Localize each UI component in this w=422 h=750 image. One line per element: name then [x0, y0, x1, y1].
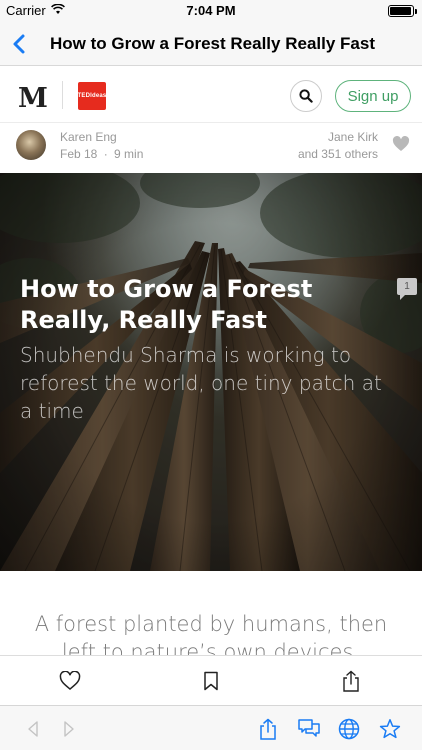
author-name[interactable]: Karen Eng: [60, 130, 117, 144]
read-time: 9 min: [114, 147, 144, 161]
recommend-button[interactable]: [58, 669, 82, 693]
comment-badge[interactable]: 1: [397, 278, 417, 300]
medium-header: M TEDIdeas Sign up: [0, 67, 422, 123]
meta-separator: ·: [103, 147, 108, 161]
article-subtitle: Shubhendu Sharma is working to reforest …: [20, 343, 382, 423]
sign-up-button[interactable]: Sign up: [335, 80, 411, 112]
recommend-heart-icon[interactable]: [392, 136, 410, 152]
share-icon: [260, 718, 276, 740]
search-button[interactable]: [290, 80, 322, 112]
recommended-by[interactable]: Jane Kirk: [328, 130, 378, 144]
hero-image: How to Grow a Forest Really, Really Fast…: [0, 173, 422, 571]
bookmark-icon: [204, 671, 218, 691]
article-toolbar: [0, 655, 422, 705]
status-time: 7:04 PM: [186, 3, 236, 18]
browser-forward-button[interactable]: [56, 716, 82, 742]
globe-icon: [338, 718, 360, 740]
recommended-others[interactable]: and 351 others: [298, 147, 378, 161]
browser-share-button[interactable]: [255, 716, 281, 742]
back-arrow-icon: [28, 721, 38, 737]
chat-icon: [298, 719, 320, 737]
medium-logo[interactable]: M: [18, 83, 48, 114]
chevron-left-icon[interactable]: [10, 32, 30, 56]
browser-globe-button[interactable]: [336, 716, 362, 742]
battery-icon: [388, 5, 417, 17]
post-date: Feb 18: [60, 147, 98, 161]
nav-title: How to Grow a Forest Really Really Fast: [50, 34, 375, 53]
forward-arrow-icon: [64, 721, 74, 737]
share-article-button[interactable]: [339, 669, 363, 693]
navigation-bar: How to Grow a Forest Really Really Fast: [0, 22, 422, 66]
browser-favorite-button[interactable]: [377, 716, 403, 742]
author-row: Karen Eng Feb 18 · 9 min Jane Kirk and 3…: [0, 123, 422, 173]
browser-toolbar: [0, 705, 422, 750]
post-meta: Feb 18 · 9 min: [60, 147, 143, 161]
share-icon: [343, 670, 359, 692]
star-icon: [379, 719, 401, 739]
header-divider: [62, 81, 63, 109]
publication-logo-text: TEDIdeas: [77, 93, 107, 99]
article-title: How to Grow a Forest Really, Really Fast: [20, 275, 313, 334]
publication-logo[interactable]: TEDIdeas: [78, 82, 106, 110]
bookmark-button[interactable]: [199, 669, 223, 693]
search-icon: [299, 89, 313, 103]
author-avatar[interactable]: [16, 130, 46, 160]
browser-chat-button[interactable]: [296, 716, 322, 742]
browser-back-button[interactable]: [20, 716, 46, 742]
heart-icon: [59, 671, 81, 690]
status-bar: Carrier 7:04 PM: [0, 0, 422, 22]
